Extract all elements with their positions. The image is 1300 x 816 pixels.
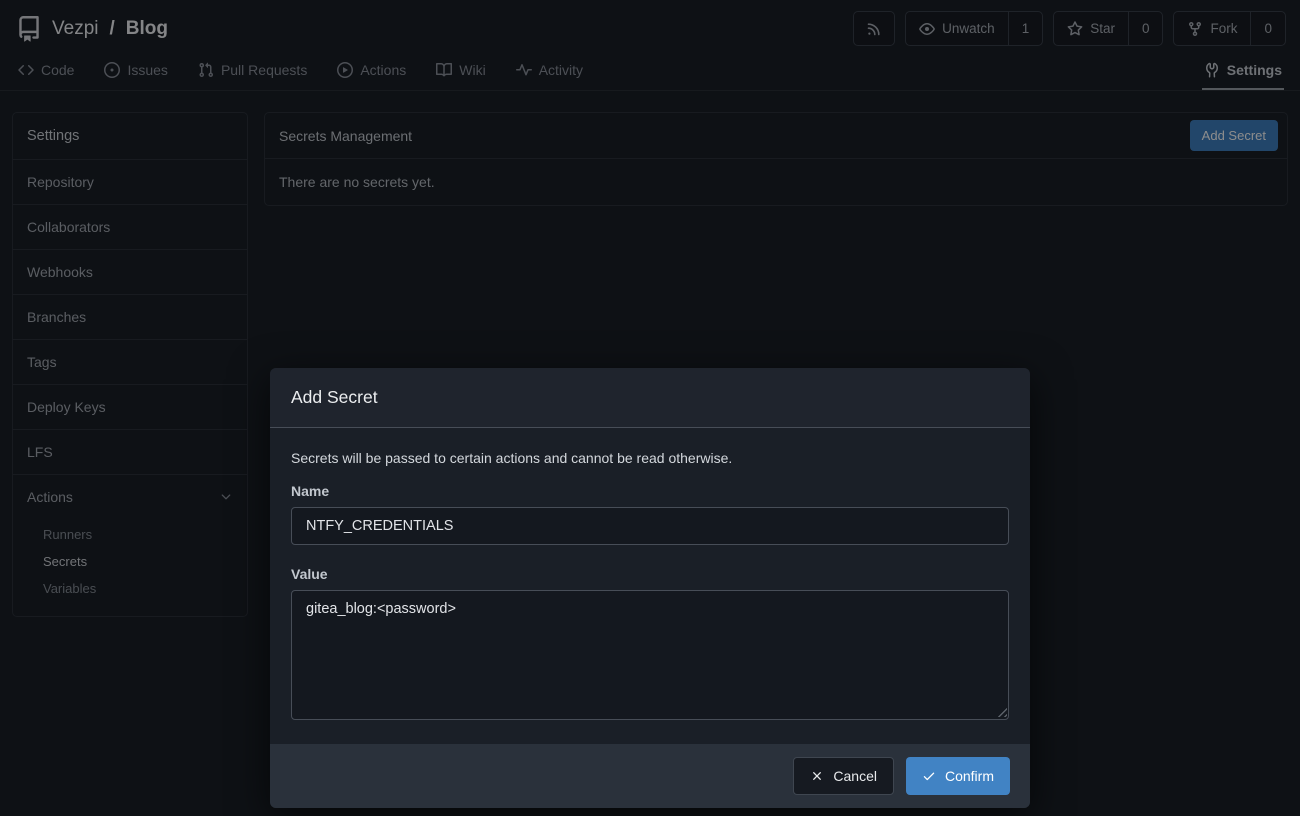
secret-name-input[interactable] xyxy=(291,507,1009,545)
value-field-label: Value xyxy=(291,566,1009,582)
name-field-label: Name xyxy=(291,483,1009,499)
secret-value-wrapper: gitea_blog:<password> xyxy=(291,590,1009,720)
modal-title: Add Secret xyxy=(270,368,1030,428)
cancel-button-label: Cancel xyxy=(833,768,877,784)
cancel-button[interactable]: Cancel xyxy=(793,757,894,795)
modal-footer: Cancel Confirm xyxy=(270,744,1030,808)
add-secret-modal: Add Secret Secrets will be passed to cer… xyxy=(270,368,1030,808)
secret-value-textarea[interactable]: gitea_blog:<password> xyxy=(291,590,1009,720)
modal-body: Secrets will be passed to certain action… xyxy=(270,428,1030,744)
modal-description: Secrets will be passed to certain action… xyxy=(291,450,1009,466)
check-icon xyxy=(922,769,936,783)
confirm-button-label: Confirm xyxy=(945,768,994,784)
close-icon xyxy=(810,769,824,783)
confirm-button[interactable]: Confirm xyxy=(906,757,1010,795)
